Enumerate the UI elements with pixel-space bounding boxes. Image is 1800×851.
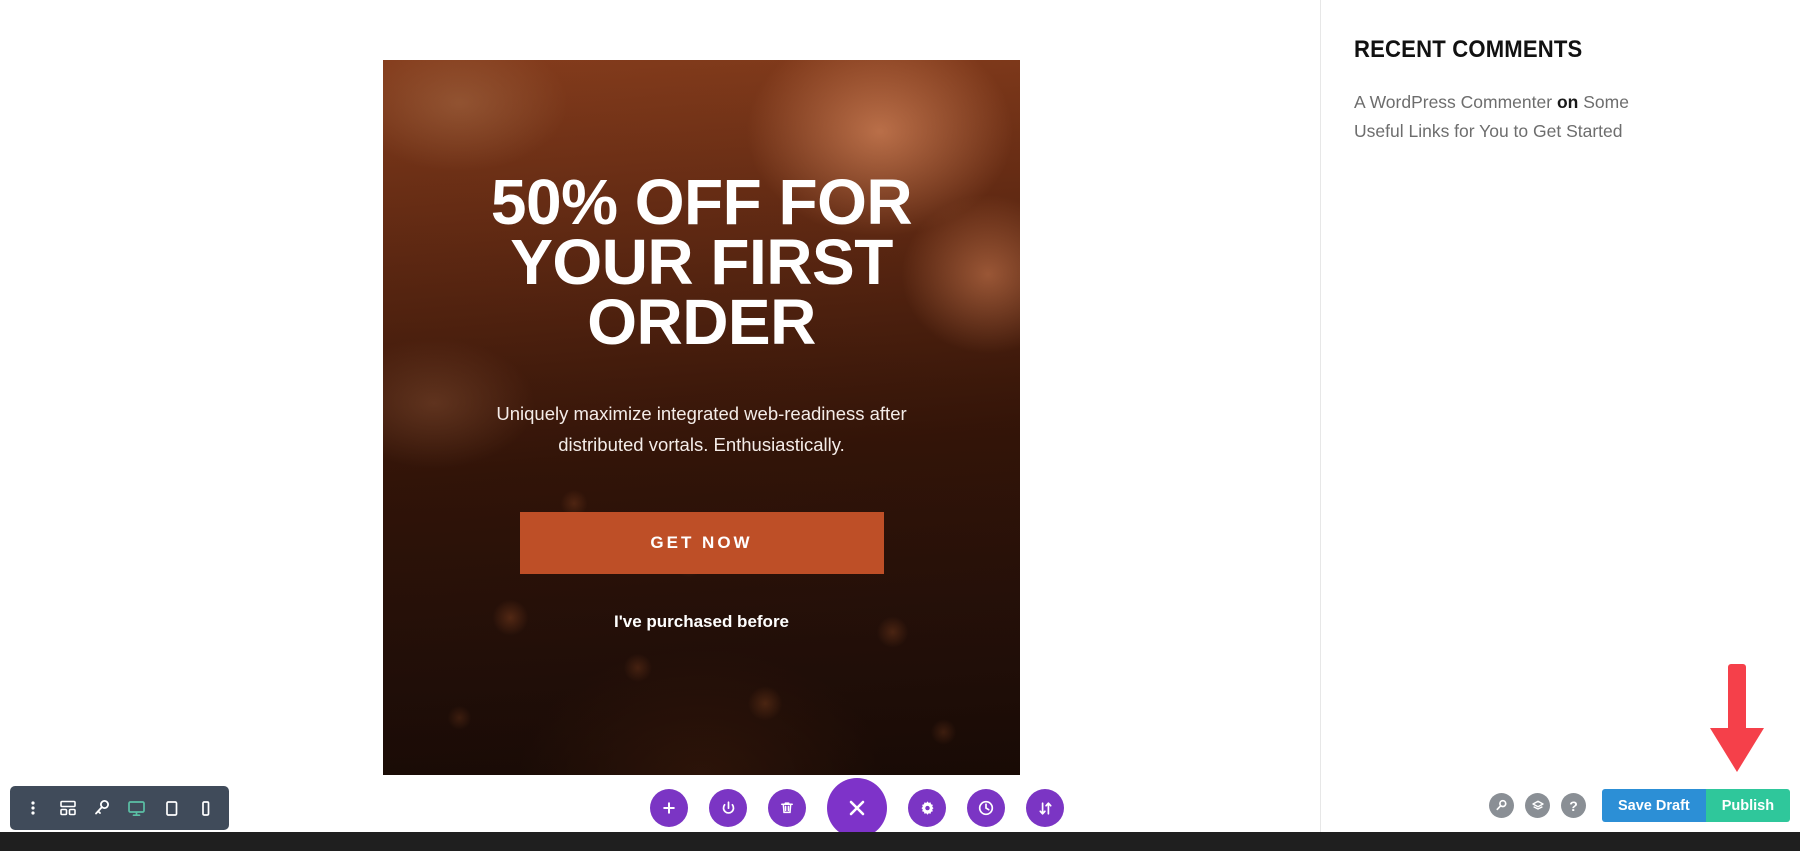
- save-draft-button[interactable]: Save Draft: [1602, 789, 1706, 822]
- zoom-key-icon[interactable]: [88, 794, 116, 822]
- more-options-icon[interactable]: [19, 794, 47, 822]
- bottom-status-strip: [0, 832, 1800, 851]
- get-now-button[interactable]: GET NOW: [519, 512, 884, 574]
- sort-arrows-icon[interactable]: [1026, 789, 1064, 827]
- annotation-arrow-icon: [1710, 664, 1764, 772]
- help-icon[interactable]: ?: [1561, 793, 1586, 818]
- layout-grid-icon[interactable]: [54, 794, 82, 822]
- hero-subtitle: Uniquely maximize integrated web-readine…: [496, 403, 907, 455]
- publish-tool-icons: ?: [1489, 793, 1586, 818]
- mobile-icon[interactable]: [192, 794, 220, 822]
- desktop-icon[interactable]: [123, 794, 151, 822]
- publish-button-group: Save Draft Publish: [1602, 789, 1791, 822]
- add-section-icon[interactable]: [650, 789, 688, 827]
- layers-icon[interactable]: [1525, 793, 1550, 818]
- trash-icon[interactable]: [768, 789, 806, 827]
- already-purchased-link[interactable]: I've purchased before: [614, 612, 789, 632]
- hero-title: 50% OFF FOR YOUR FIRST ORDER: [490, 166, 913, 358]
- history-clock-icon[interactable]: [967, 789, 1005, 827]
- comment-connector: on: [1556, 92, 1579, 112]
- publish-button[interactable]: Publish: [1705, 789, 1791, 822]
- canvas-sidebar-divider: [1320, 0, 1321, 832]
- recent-comment-item: A WordPress Commenter on Some Useful Lin…: [1354, 88, 1644, 146]
- builder-floating-toolbar: [650, 778, 1064, 838]
- close-icon[interactable]: [827, 778, 887, 838]
- hero-content: 50% OFF FOR YOUR FIRST ORDER Uniquely ma…: [383, 60, 1020, 775]
- editor-canvas: 50% OFF FOR YOUR FIRST ORDER Uniquely ma…: [0, 0, 1321, 832]
- settings-gear-icon[interactable]: [908, 789, 946, 827]
- search-icon[interactable]: [1489, 793, 1514, 818]
- comment-author[interactable]: A WordPress Commenter: [1354, 92, 1552, 112]
- tablet-icon[interactable]: [157, 794, 185, 822]
- screen: 50% OFF FOR YOUR FIRST ORDER Uniquely ma…: [0, 0, 1800, 851]
- recent-comments-heading: RECENT COMMENTS: [1354, 36, 1583, 63]
- hero-module[interactable]: 50% OFF FOR YOUR FIRST ORDER Uniquely ma…: [383, 60, 1020, 775]
- responsive-toolbar: [10, 786, 229, 830]
- power-toggle-icon[interactable]: [709, 789, 747, 827]
